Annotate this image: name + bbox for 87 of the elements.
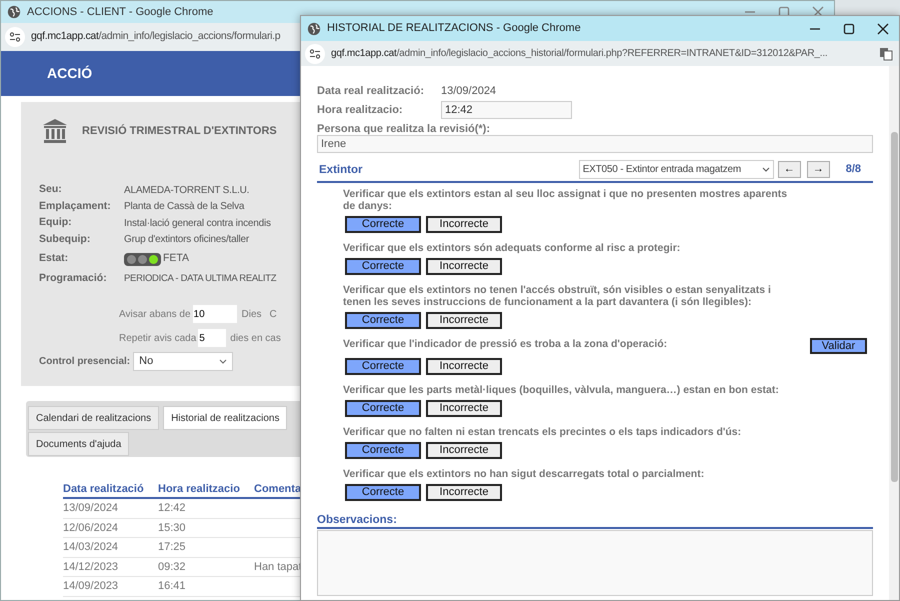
field-label: Emplaçament: — [39, 198, 112, 214]
page-title: ACCIÓ — [47, 64, 92, 83]
field-label: Equip: — [39, 215, 73, 230]
days-input[interactable]: 10 — [192, 305, 237, 323]
field-value: 13/09/2024 — [441, 84, 496, 100]
table-cell-text: 12:42 — [158, 501, 187, 516]
scrollbar-thumb[interactable] — [890, 132, 898, 482]
globe-icon — [307, 22, 321, 36]
field-value: ALAMEDA-TORRENT S.L.U. — [124, 184, 250, 198]
site-info-icon[interactable] — [5, 27, 25, 47]
choice-button[interactable]: Correcte — [345, 400, 421, 417]
field-label: Subequip: — [39, 232, 92, 247]
section-title: Extintor — [318, 163, 364, 178]
choice-button[interactable]: Correcte — [345, 258, 421, 275]
check-question: Verificar que les parts metàl·liques (boquilles, vàlvula, manguera…) estan en bon estat: — [343, 384, 779, 396]
table-cell-text: 17:25 — [158, 540, 187, 555]
column-header: Hora realitzacio — [158, 482, 241, 496]
field-label: Repetir avis cada — [119, 332, 196, 346]
extintor-select[interactable]: EXT050 - Extintor entrada magatzem — [578, 160, 774, 179]
table-cell-text: 14/03/2024 — [63, 540, 120, 555]
field-value: FETA — [163, 251, 190, 266]
field-value: Grup d'extintors oficines/taller — [124, 233, 250, 248]
choice-button[interactable]: Incorrecte — [426, 216, 502, 233]
check-question: Verificar que l'indicador de pressió es troba a la zona d'operació: — [343, 338, 668, 350]
table-cell-text: 15:30 — [158, 520, 187, 536]
field-label: Estat: — [39, 251, 70, 266]
field-label: Control presencial: — [39, 354, 130, 368]
globe-icon — [7, 5, 21, 19]
window-title: HISTORIAL DE REALITZACIONS - Google Chrome — [327, 21, 581, 36]
field-label: Persona que realitza la revisió(*): — [317, 122, 492, 135]
choice-button[interactable]: Correcte — [345, 442, 421, 459]
translate-icon[interactable] — [879, 46, 893, 60]
column-header: Data realització — [63, 482, 145, 496]
person-input[interactable]: Irene — [317, 135, 873, 153]
table-cell-text: 14/12/2023 — [63, 560, 120, 574]
choice-button[interactable]: Correcte — [345, 358, 421, 375]
counter-text: 8/8 — [846, 162, 861, 178]
bank-icon — [42, 118, 68, 144]
field-label: dies en cas — [230, 332, 281, 346]
field-label: Hora realitzacio: — [317, 102, 404, 118]
unit-text: Dies — [242, 308, 262, 322]
choice-button[interactable]: Correcte — [345, 312, 421, 329]
check-question: Verificar que els extintors són adequats conforme al risc a protegir: — [343, 242, 680, 254]
url-text[interactable]: gqf.mc1app.cat/admin_info/legislacio_accions/formulari.p — [31, 29, 280, 45]
validate-button[interactable]: Validar — [810, 338, 867, 354]
choice-button[interactable]: Incorrecte — [426, 442, 502, 459]
card-title: REVISIÓ TRIMESTRAL D'EXTINTORS — [82, 123, 277, 139]
choice-button[interactable]: Correcte — [345, 216, 421, 233]
maximize-icon[interactable] — [843, 22, 855, 34]
field-value: Instal·lació general contra incendis — [124, 216, 271, 231]
close-icon[interactable] — [877, 22, 889, 34]
table-cell-text: 12/06/2024 — [63, 520, 120, 536]
check-question: Verificar que no falten ni estan trencats els precintes o els taps indicadors d'ús: — [343, 426, 742, 438]
control-select[interactable]: No — [133, 352, 234, 370]
next-button[interactable]: → — [806, 161, 830, 178]
choice-button[interactable]: Correcte — [345, 484, 421, 501]
chevron-icon — [219, 358, 228, 364]
choice-button[interactable]: Incorrecte — [426, 258, 502, 275]
field-label: Data real realització: — [317, 84, 425, 100]
choice-button[interactable]: Incorrecte — [426, 358, 502, 375]
field-value: Planta de Cassà de la Selva — [124, 200, 244, 214]
previous-button[interactable]: ← — [778, 161, 801, 178]
window-title: ACCIONS - CLIENT - Google Chrome — [27, 4, 214, 20]
check-question: Verificar que els extintors no tenen l'accés obstruït, són visibles o estan senyalitzats i tenen les seves instruccions de funcionament a la part davantera (i són llegibles): — [343, 284, 772, 308]
choice-button[interactable]: Incorrecte — [426, 312, 502, 329]
check-question: Verificar que els extintors estan al seu lloc assignat i que no presenten mostres aparents de danys: — [343, 188, 788, 212]
field-value: PERIODICA - DATA ULTIMA REALITZ — [124, 272, 276, 286]
check-question: Verificar que els extintors no han sigut descarregats total o parcialment: — [343, 468, 704, 480]
field-label: Avisar abans de — [119, 308, 191, 322]
field-label: Programació: — [39, 271, 108, 286]
column-header: Comenta — [254, 482, 302, 496]
table-cell-text: 14/09/2023 — [63, 579, 120, 594]
days-input[interactable]: 5 — [198, 329, 226, 347]
tab[interactable]: Historial de realitzacions — [163, 406, 288, 430]
choice-button[interactable]: Incorrecte — [426, 484, 502, 501]
url-text[interactable]: gqf.mc1app.cat/admin_info/legislacio_accions_historial/formulari.php?REFERRER=INTRANET&ID=312012&PAR_... — [331, 46, 873, 61]
time-input[interactable]: 12:42 — [441, 101, 572, 119]
chevron-icon — [762, 167, 770, 172]
field-label: Seu: — [39, 182, 63, 198]
site-info-icon[interactable] — [305, 44, 325, 64]
tab[interactable]: Calendari de realitzacions — [28, 406, 160, 430]
table-cell-text: 13/09/2024 — [63, 501, 120, 516]
field-label: C — [270, 308, 277, 322]
table-cell-text: 09:32 — [158, 560, 187, 574]
table-cell-text: 16:41 — [158, 579, 187, 594]
tab[interactable]: Documents d'ajuda — [28, 432, 130, 456]
choice-button[interactable]: Incorrecte — [426, 400, 502, 417]
